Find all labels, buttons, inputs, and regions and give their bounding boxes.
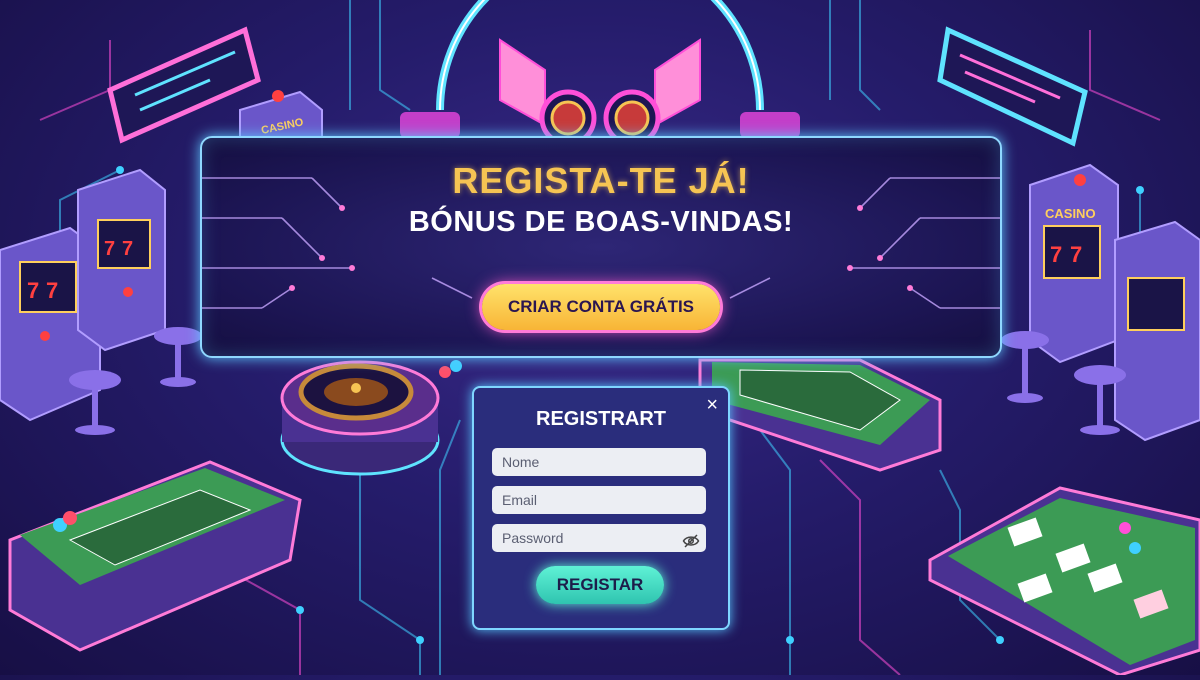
slot-machine-right-1: CASINO 7 7: [1029, 163, 1119, 364]
slot-reel-symbol: 7: [104, 238, 115, 260]
slot-reel-symbol: 7: [46, 278, 58, 303]
registration-modal: × REGISTRART REGISTAR: [472, 386, 730, 630]
card-table-right: [928, 486, 1200, 677]
banner-title: REGISTA-TE JÁ!: [452, 160, 750, 201]
promo-banner: REGISTA-TE JÁ! BÓNUS DE BOAS-VINDAS! CRI…: [200, 136, 1002, 358]
slot-reel-symbol: 7: [122, 238, 133, 260]
slot-machine-left-2: 7 7: [77, 168, 166, 352]
password-input[interactable]: [492, 524, 706, 552]
register-submit-button[interactable]: REGISTAR: [536, 566, 664, 604]
roulette-table-left: [8, 460, 302, 652]
eye-off-icon[interactable]: [682, 532, 700, 550]
neon-sign-left: [107, 26, 261, 144]
roulette-wheel: [280, 360, 440, 476]
slot-reel-symbol: 7: [27, 278, 39, 303]
neon-sign-right: [937, 26, 1088, 147]
banner-subtitle: BÓNUS DE BOAS-VINDAS!: [408, 206, 794, 238]
create-account-button[interactable]: CRIAR CONTA GRÁTIS: [482, 284, 720, 330]
slot-reel-symbol: 7: [1050, 242, 1062, 267]
modal-title: REGISTRART: [536, 408, 666, 430]
top-arch: [400, 0, 800, 147]
slot-reel-symbol: 7: [1070, 242, 1082, 267]
email-input[interactable]: [492, 486, 706, 514]
casino-sign-right: CASINO: [1045, 206, 1096, 221]
roulette-table-right: [698, 358, 942, 472]
slot-machine-right-2: [1114, 220, 1200, 442]
name-input[interactable]: [492, 448, 706, 476]
